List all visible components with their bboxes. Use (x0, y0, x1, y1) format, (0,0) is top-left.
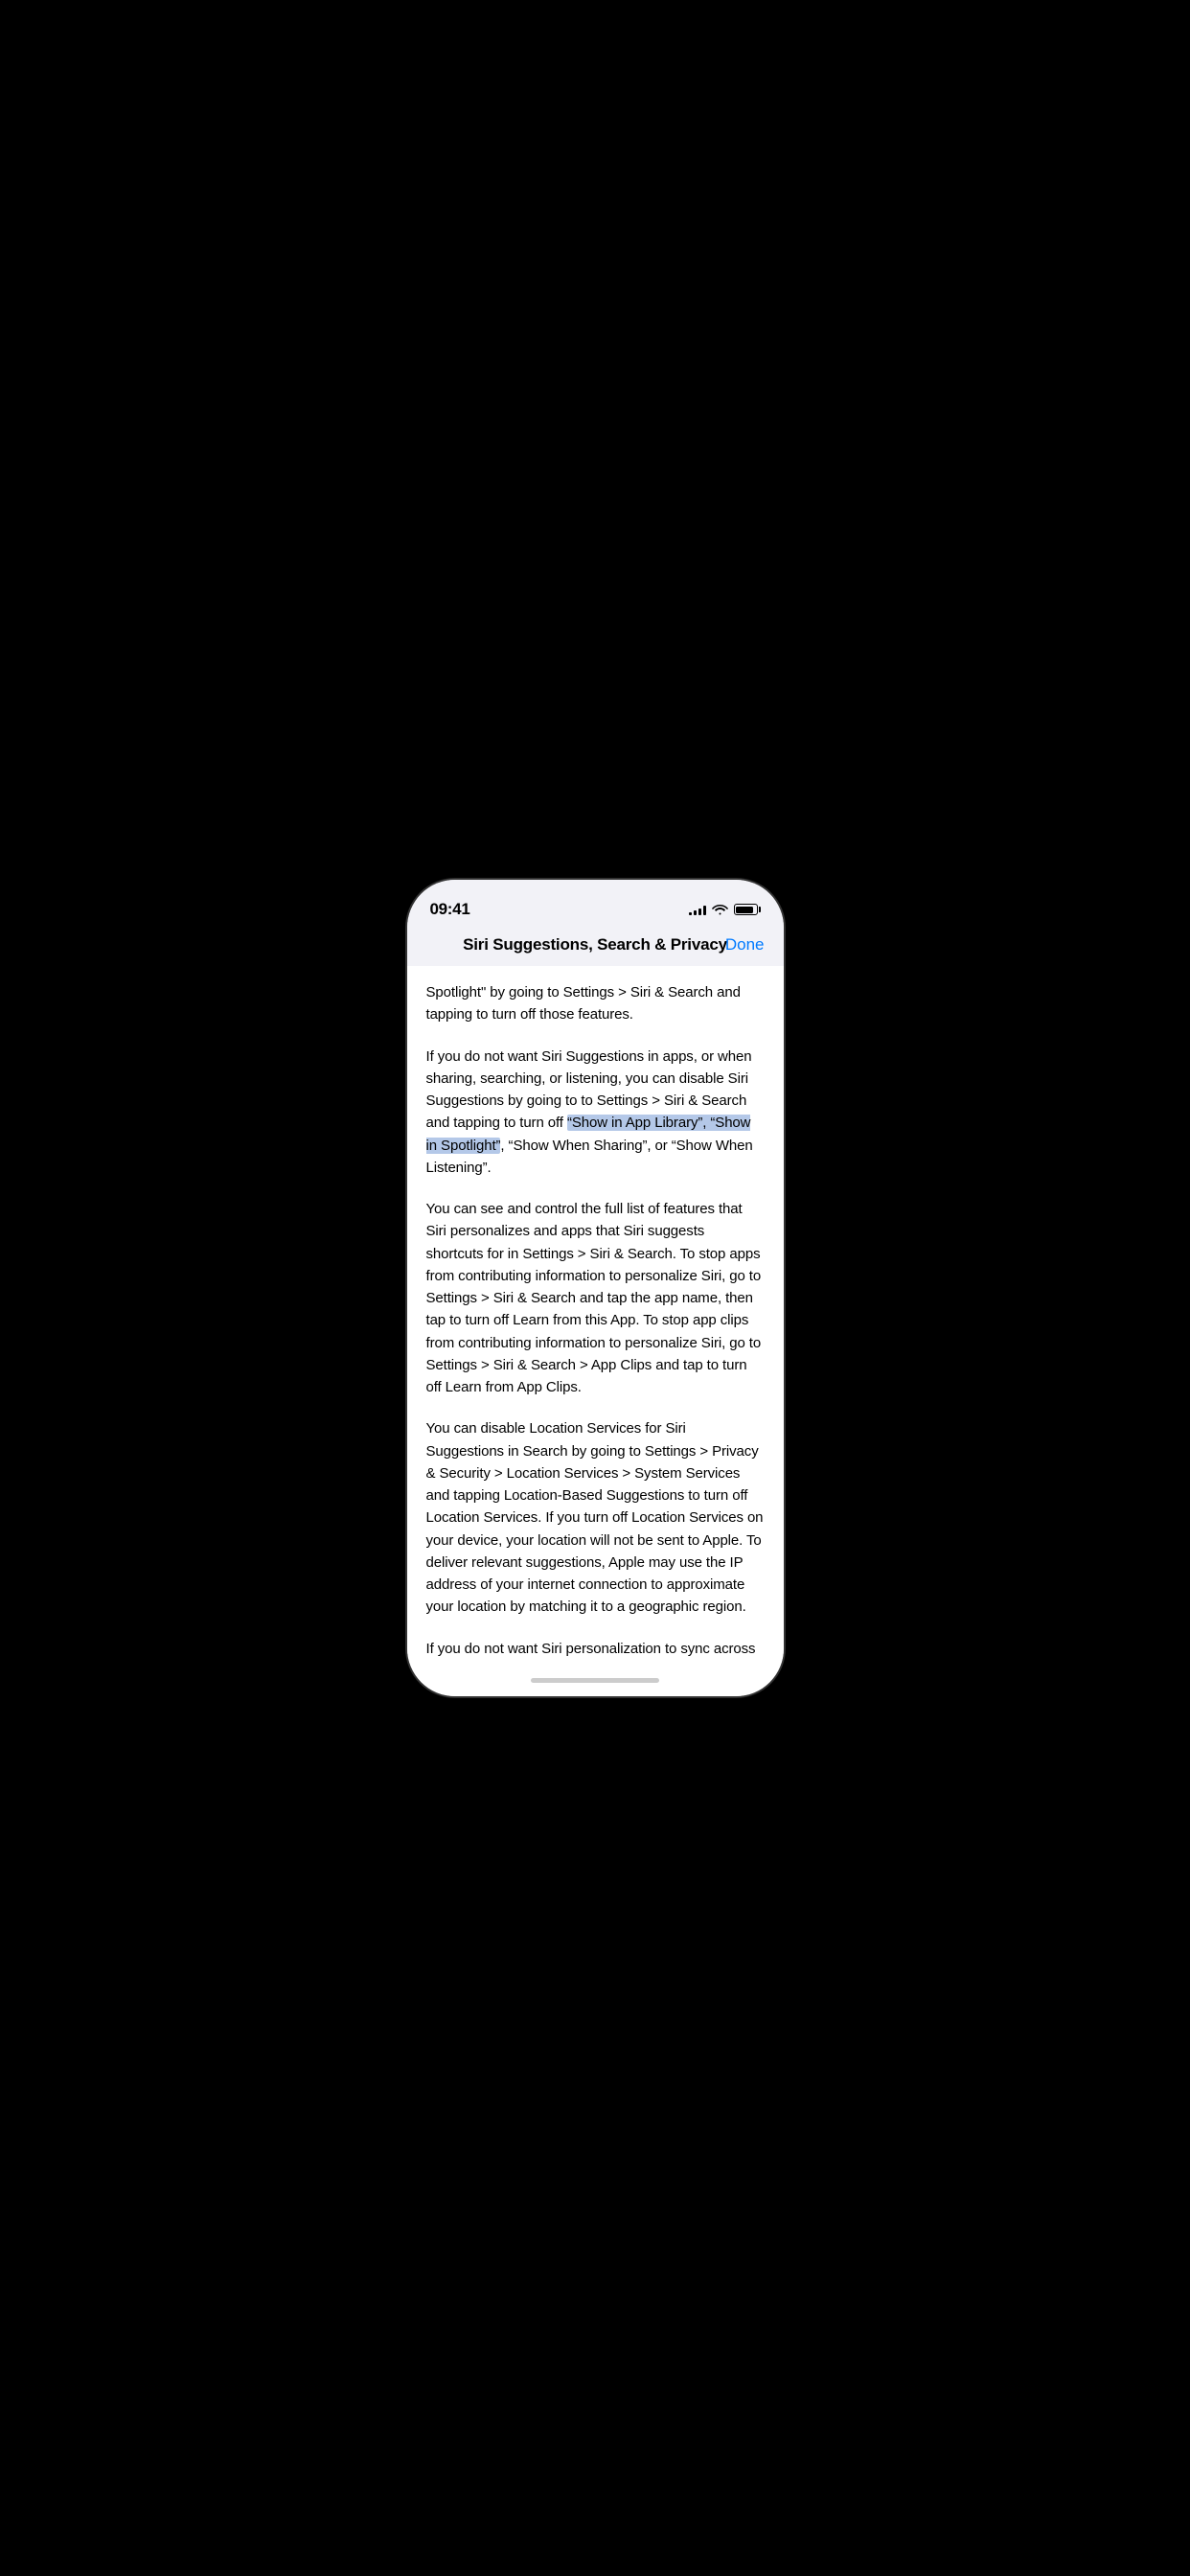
done-button[interactable]: Done (725, 935, 765, 954)
paragraph-3: You can see and control the full list of… (426, 1198, 765, 1398)
screen: 09:41 (407, 880, 784, 1696)
status-bar: 09:41 (407, 880, 784, 928)
paragraph-5: If you do not want Siri personalization … (426, 1638, 765, 1665)
paragraph-4: You can disable Location Services for Si… (426, 1417, 765, 1618)
status-icons (689, 904, 761, 915)
signal-icon (689, 904, 706, 915)
home-bar (531, 1678, 659, 1683)
home-indicator (407, 1664, 784, 1696)
battery-icon (734, 904, 761, 915)
paragraph-1: Spotlight" by going to Settings > Siri &… (426, 981, 765, 1026)
page-title: Siri Suggestions, Search & Privacy (463, 935, 727, 954)
paragraph-2: If you do not want Siri Suggestions in a… (426, 1046, 765, 1180)
content-area[interactable]: Spotlight" by going to Settings > Siri &… (407, 966, 784, 1664)
nav-header: Siri Suggestions, Search & Privacy Done (407, 928, 784, 966)
wifi-icon (712, 904, 728, 915)
phone-frame: 09:41 (407, 880, 784, 1696)
status-time: 09:41 (430, 900, 470, 919)
